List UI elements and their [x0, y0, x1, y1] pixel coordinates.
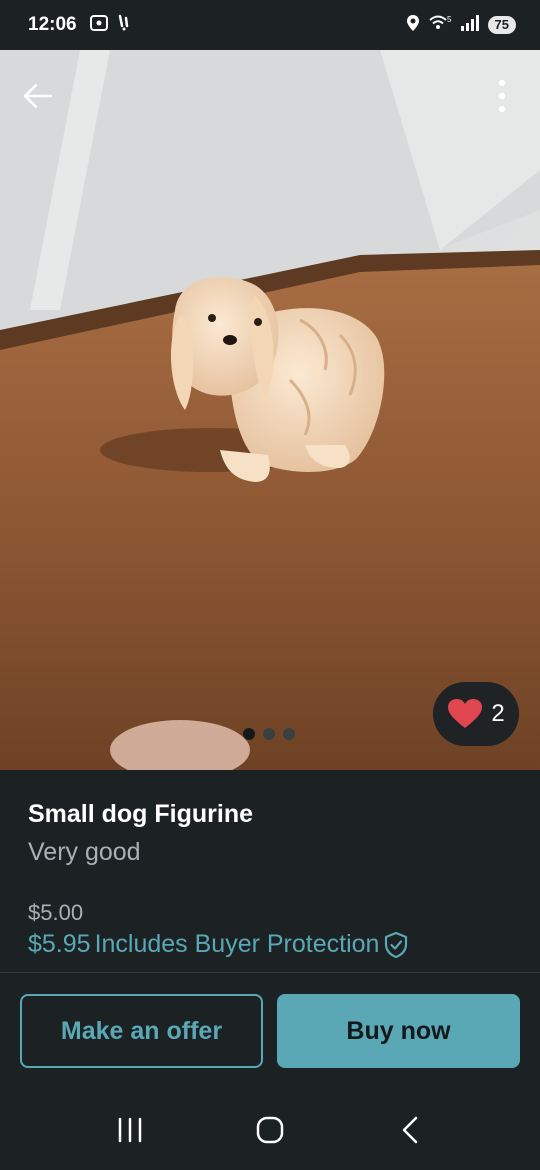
favourite-button[interactable]: 2	[433, 682, 519, 746]
recent-apps-button[interactable]	[100, 1100, 160, 1160]
item-title: Small dog Figurine	[28, 800, 254, 828]
make-offer-button[interactable]: Make an offer	[20, 994, 263, 1068]
status-bar: 12:06 5 75	[0, 0, 540, 50]
battery-icon: 75	[487, 16, 516, 34]
chevron-left-icon	[402, 1116, 418, 1144]
svg-text:5: 5	[447, 15, 452, 24]
item-price: $5.00	[28, 900, 84, 925]
location-icon	[406, 14, 420, 37]
item-photo[interactable]: 2	[0, 50, 540, 770]
buy-now-button[interactable]: Buy now	[277, 994, 520, 1068]
buyer-protection-row[interactable]: $5.95 Includes Buyer Protection	[28, 930, 409, 959]
back-button[interactable]	[18, 76, 58, 116]
home-button[interactable]	[240, 1100, 300, 1160]
divider	[0, 972, 540, 973]
item-price-total: $5.95	[28, 930, 91, 958]
home-icon	[256, 1116, 284, 1144]
screenshot-icon	[89, 14, 109, 37]
status-time: 12:06	[28, 14, 77, 35]
recent-apps-icon	[118, 1117, 142, 1143]
pagination-dot[interactable]	[283, 728, 295, 740]
arrow-left-icon	[23, 83, 53, 109]
more-options-button[interactable]	[482, 76, 522, 116]
gallery-pagination	[243, 728, 295, 740]
heart-icon	[448, 699, 483, 728]
notification-icon	[117, 14, 131, 37]
shield-check-icon	[385, 931, 408, 958]
system-nav-bar	[0, 1090, 540, 1170]
item-condition: Very good	[28, 838, 141, 866]
pagination-dot[interactable]	[263, 728, 275, 740]
signal-icon	[460, 14, 480, 36]
wifi-icon: 5	[428, 14, 452, 37]
more-vertical-icon	[498, 79, 506, 113]
system-back-button[interactable]	[380, 1100, 440, 1160]
buyer-protection-label: Includes Buyer Protection	[94, 930, 380, 958]
like-count: 2	[491, 700, 505, 727]
dog-figurine-image	[0, 50, 540, 770]
pagination-dot[interactable]	[243, 728, 255, 740]
screen: 12:06 5 75 2 Small dog Figurine Very goo…	[0, 0, 540, 1170]
